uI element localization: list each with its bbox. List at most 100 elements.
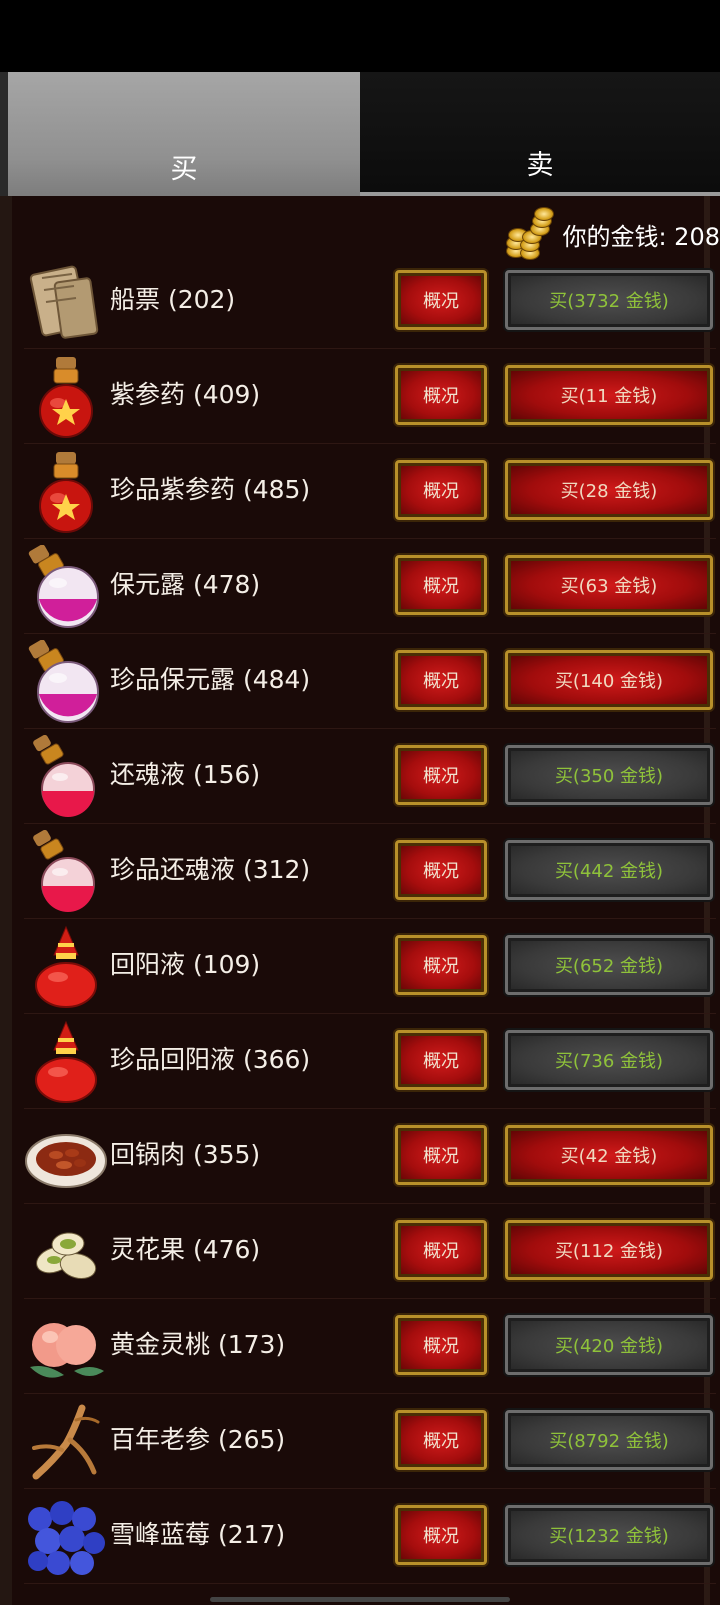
buy-button[interactable]: 买(112 金钱) — [505, 1220, 713, 1280]
info-button[interactable]: 概况 — [395, 1030, 487, 1090]
info-button-label: 概况 — [423, 1051, 459, 1072]
money-label: 你的金钱: 208 — [562, 222, 720, 251]
scroll-icon — [24, 260, 108, 344]
ginseng-icon — [24, 1400, 108, 1484]
buy-button[interactable]: 买(652 金钱) — [505, 935, 713, 995]
info-button[interactable]: 概况 — [395, 1125, 487, 1185]
info-button-label: 概况 — [423, 861, 459, 882]
shop-item-row: 黄金灵桃 (173) 概况 买(420 金钱) — [24, 1297, 716, 1394]
shop-item-row: 雪峰蓝莓 (217) 概况 买(1232 金钱) — [24, 1487, 716, 1584]
buy-button-label: 买(42 金钱) — [560, 1146, 658, 1167]
info-button[interactable]: 概况 — [395, 555, 487, 615]
info-button[interactable]: 概况 — [395, 1505, 487, 1565]
item-name: 百年老参 (265) — [110, 1425, 286, 1454]
item-name: 船票 (202) — [110, 285, 236, 314]
buy-button[interactable]: 买(140 金钱) — [505, 650, 713, 710]
home-indicator — [210, 1597, 510, 1602]
info-button-label: 概况 — [423, 1336, 459, 1357]
item-name: 珍品还魂液 (312) — [110, 855, 311, 884]
shop-item-row: 珍品还魂液 (312) 概况 买(442 金钱) — [24, 822, 716, 919]
tab-bar: 买 卖 — [0, 72, 720, 196]
shop-item-row: 还魂液 (156) 概况 买(350 金钱) — [24, 727, 716, 824]
buy-button[interactable]: 买(736 金钱) — [505, 1030, 713, 1090]
info-button[interactable]: 概况 — [395, 1220, 487, 1280]
buy-button-label: 买(8792 金钱) — [549, 1431, 669, 1452]
item-name: 紫参药 (409) — [110, 380, 261, 409]
item-name: 回锅肉 (355) — [110, 1140, 261, 1169]
pistachio-icon — [24, 1210, 108, 1294]
tab-buy-label: 买 — [170, 154, 198, 185]
pink-potion-icon — [24, 544, 108, 629]
info-button-label: 概况 — [423, 386, 459, 407]
info-button[interactable]: 概况 — [395, 1410, 487, 1470]
buy-button-label: 买(652 金钱) — [554, 956, 664, 977]
info-button-label: 概况 — [423, 481, 459, 502]
item-name: 珍品保元露 (484) — [110, 665, 311, 694]
buy-button[interactable]: 买(1232 金钱) — [505, 1505, 713, 1565]
rose-potion-icon — [24, 829, 108, 914]
shop-panel: 你的金钱: 208 船票 (202) 概况 买(3732 金钱) 紫参药 (409) 概… — [0, 196, 720, 1605]
buy-button-label: 买(3732 金钱) — [549, 291, 669, 312]
info-button[interactable]: 概况 — [395, 745, 487, 805]
item-name: 保元露 (478) — [110, 570, 261, 599]
info-button[interactable]: 概况 — [395, 460, 487, 520]
info-button-label: 概况 — [423, 1431, 459, 1452]
info-button[interactable]: 概况 — [395, 650, 487, 710]
info-button[interactable]: 概况 — [395, 270, 487, 330]
buy-button-label: 买(28 金钱) — [560, 481, 658, 502]
buy-button-label: 买(442 金钱) — [554, 861, 664, 882]
info-button-label: 概况 — [423, 291, 459, 312]
buy-button[interactable]: 买(420 金钱) — [505, 1315, 713, 1375]
shop-item-row: 船票 (202) 概况 买(3732 金钱) — [24, 252, 716, 349]
info-button-label: 概况 — [423, 1146, 459, 1167]
info-button-label: 概况 — [423, 1526, 459, 1547]
tab-sell[interactable]: 卖 — [360, 72, 720, 196]
info-button-label: 概况 — [423, 766, 459, 787]
buy-button-label: 买(1232 金钱) — [549, 1526, 669, 1547]
info-button[interactable]: 概况 — [395, 1315, 487, 1375]
shop-item-row: 珍品回阳液 (366) 概况 买(736 金钱) — [24, 1012, 716, 1109]
buy-button[interactable]: 买(63 金钱) — [505, 555, 713, 615]
info-button[interactable]: 概况 — [395, 935, 487, 995]
shop-item-row: 灵花果 (476) 概况 买(112 金钱) — [24, 1202, 716, 1299]
item-name: 灵花果 (476) — [110, 1235, 261, 1264]
shop-item-row: 紫参药 (409) 概况 买(11 金钱) — [24, 347, 716, 444]
info-button-label: 概况 — [423, 576, 459, 597]
buy-button-label: 买(140 金钱) — [554, 671, 664, 692]
buy-button[interactable]: 买(350 金钱) — [505, 745, 713, 805]
buy-button[interactable]: 买(28 金钱) — [505, 460, 713, 520]
rose-potion-icon — [24, 734, 108, 819]
buy-button[interactable]: 买(3732 金钱) — [505, 270, 713, 330]
tab-buy[interactable]: 买 — [0, 72, 360, 196]
buy-button-label: 买(350 金钱) — [554, 766, 664, 787]
buy-button[interactable]: 买(442 金钱) — [505, 840, 713, 900]
shop-item-row: 百年老参 (265) 概况 买(8792 金钱) — [24, 1392, 716, 1489]
shop-item-row: 回锅肉 (355) 概况 买(42 金钱) — [24, 1107, 716, 1204]
pink-potion-icon — [24, 639, 108, 724]
item-name: 珍品回阳液 (366) — [110, 1045, 311, 1074]
info-button-label: 概况 — [423, 956, 459, 977]
red-flask-icon — [24, 925, 108, 1009]
shop-item-row: 珍品紫参药 (485) 概况 买(28 金钱) — [24, 442, 716, 539]
buy-button[interactable]: 买(11 金钱) — [505, 365, 713, 425]
buy-button-label: 买(736 金钱) — [554, 1051, 664, 1072]
tab-sell-label: 卖 — [526, 150, 554, 181]
buy-button[interactable]: 买(8792 金钱) — [505, 1410, 713, 1470]
info-button[interactable]: 概况 — [395, 365, 487, 425]
red-flask-icon — [24, 1020, 108, 1104]
info-button[interactable]: 概况 — [395, 840, 487, 900]
shop-item-row: 回阳液 (109) 概况 买(652 金钱) — [24, 917, 716, 1014]
blueberry-icon — [24, 1495, 108, 1579]
red-potion-icon — [24, 450, 108, 534]
buy-button-label: 买(420 金钱) — [554, 1336, 664, 1357]
peach-icon — [24, 1305, 108, 1389]
buy-button-label: 买(112 金钱) — [554, 1241, 664, 1262]
buy-button-label: 买(63 金钱) — [560, 576, 658, 597]
red-potion-icon — [24, 355, 108, 439]
buy-button[interactable]: 买(42 金钱) — [505, 1125, 713, 1185]
item-name: 珍品紫参药 (485) — [110, 475, 311, 504]
item-name: 黄金灵桃 (173) — [110, 1330, 286, 1359]
shop-item-row: 保元露 (478) 概况 买(63 金钱) — [24, 537, 716, 634]
status-bar — [0, 0, 720, 72]
info-button-label: 概况 — [423, 1241, 459, 1262]
